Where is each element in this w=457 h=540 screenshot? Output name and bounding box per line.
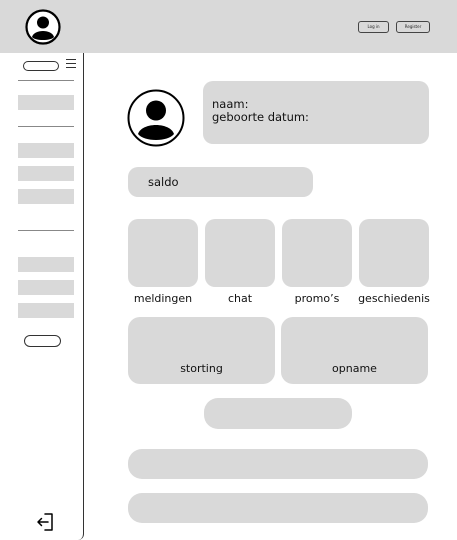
sidebar-item[interactable] bbox=[18, 303, 74, 318]
sidebar-bottom-pill[interactable] bbox=[24, 335, 61, 347]
promos-tile[interactable] bbox=[282, 219, 352, 287]
top-bar: Log in Register bbox=[0, 0, 457, 53]
login-button[interactable]: Log in bbox=[358, 21, 389, 33]
deposit-label: storting bbox=[180, 362, 223, 375]
sidebar-item[interactable] bbox=[18, 95, 74, 110]
user-avatar-icon[interactable] bbox=[25, 9, 61, 45]
sidebar-item[interactable] bbox=[18, 257, 74, 272]
sidebar-divider bbox=[18, 126, 74, 127]
birthdate-label: geboorte datum: bbox=[212, 110, 309, 124]
deposit-button[interactable]: storting bbox=[128, 317, 275, 384]
notifications-tile[interactable] bbox=[128, 219, 198, 287]
sidebar bbox=[0, 53, 84, 540]
withdraw-label: opname bbox=[332, 362, 377, 375]
withdraw-button[interactable]: opname bbox=[281, 317, 428, 384]
sidebar-divider bbox=[18, 230, 74, 231]
action-pill[interactable] bbox=[204, 398, 352, 429]
history-label: geschiedenis bbox=[358, 292, 430, 305]
logout-icon[interactable] bbox=[36, 511, 56, 533]
profile-avatar-icon bbox=[127, 89, 185, 147]
profile-card: naam: geboorte datum: bbox=[203, 81, 429, 144]
sidebar-item[interactable] bbox=[18, 189, 74, 204]
menu-icon[interactable] bbox=[66, 59, 76, 71]
wide-pill[interactable] bbox=[128, 493, 428, 523]
wide-pill[interactable] bbox=[128, 449, 428, 479]
sidebar-item[interactable] bbox=[18, 280, 74, 295]
history-tile[interactable] bbox=[359, 219, 429, 287]
sidebar-item[interactable] bbox=[18, 166, 74, 181]
sidebar-divider bbox=[18, 80, 74, 81]
chat-tile[interactable] bbox=[205, 219, 275, 287]
balance-bar[interactable]: saldo bbox=[128, 167, 313, 197]
sidebar-item[interactable] bbox=[18, 143, 74, 158]
balance-label: saldo bbox=[148, 175, 179, 189]
register-button[interactable]: Register bbox=[396, 21, 430, 33]
sidebar-search-pill[interactable] bbox=[23, 61, 59, 71]
